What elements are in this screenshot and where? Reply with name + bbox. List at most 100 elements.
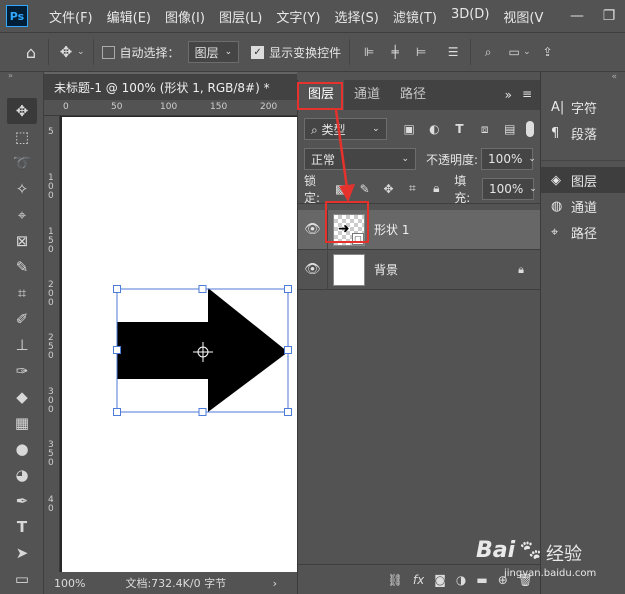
search-icon[interactable]: ⌕ [479, 43, 497, 61]
chevron-right-icon[interactable]: › [273, 577, 277, 590]
dock-label: 通道 [571, 200, 598, 216]
show-transform-checkbox[interactable]: ✓ [251, 45, 265, 59]
menu-layer[interactable]: 图层(L) [212, 7, 269, 26]
panel-menu-icon[interactable]: ≡ [522, 87, 532, 101]
visibility-eye-icon[interactable]: 👁︎ [298, 209, 328, 250]
lock-artboard-icon[interactable]: ⌗ [404, 180, 420, 198]
lasso-tool-icon[interactable]: ➰ [7, 150, 37, 176]
tab-channels[interactable]: 通道 [344, 80, 390, 110]
move-tool-icon[interactable]: ✥ [57, 43, 75, 61]
canvas-content[interactable] [62, 117, 297, 572]
home-icon[interactable]: ⌂ [22, 43, 40, 62]
menu-bar: Ps 文件(F) 编辑(E) 图像(I) 图层(L) 文字(Y) 选择(S) 滤… [0, 0, 625, 32]
menu-file[interactable]: 文件(F) [42, 7, 100, 26]
align-center-icon[interactable]: ╪ [386, 43, 404, 61]
dock-layers[interactable]: ◈ 图层 [541, 167, 625, 193]
canvas-area[interactable]: 0 50 100 150 200 5 1 0 0 1 5 0 2 0 0 2 5… [44, 100, 297, 572]
chevron-down-icon[interactable]: ⌄ [77, 47, 85, 57]
crop-tool-icon[interactable]: ⌖ [7, 202, 37, 228]
magic-wand-tool-icon[interactable]: ✧ [7, 176, 37, 202]
dock-paths[interactable]: ⌖ 路径 [541, 219, 625, 245]
dock-paragraph[interactable]: ¶ 段落 [541, 120, 625, 146]
add-mask-icon[interactable]: ◙ [434, 573, 446, 587]
menu-filter[interactable]: 滤镜(T) [386, 7, 444, 26]
menu-type[interactable]: 文字(Y) [269, 7, 327, 26]
layer-row-background[interactable]: 👁︎ 背景 🔒︎ [298, 249, 540, 290]
brush-tool-icon[interactable]: ✐ [7, 306, 37, 332]
delete-icon[interactable]: 🗑︎ [518, 573, 533, 587]
dodge-tool-icon[interactable]: ◕ [7, 462, 37, 488]
ruler-left[interactable]: 5 1 0 0 1 5 0 2 0 0 2 5 0 3 0 0 3 5 0 4 … [44, 116, 60, 572]
type-filter-icon[interactable]: T [451, 120, 468, 138]
smart-object-filter-icon[interactable]: ▤ [501, 120, 518, 138]
auto-select-target-dropdown[interactable]: 图层 ⌄ [187, 41, 240, 63]
ruler-label: 1 0 0 [48, 173, 54, 201]
new-group-icon[interactable]: ▬ [476, 573, 487, 587]
pixel-filter-icon[interactable]: ▣ [401, 120, 418, 138]
history-brush-tool-icon[interactable]: ✑ [7, 358, 37, 384]
collapse-icon[interactable]: » [0, 72, 43, 80]
minimize-icon[interactable]: — [562, 0, 592, 32]
link-layers-icon[interactable]: ⛓ [388, 573, 403, 587]
filter-toggle[interactable] [526, 121, 535, 137]
document-tab[interactable]: 未标题-1 @ 100% (形状 1, RGB/8#) * [44, 72, 297, 100]
show-transform-option[interactable]: ✓ 显示变换控件 [251, 44, 341, 61]
workspace-icon[interactable]: ▭ [505, 43, 523, 61]
menu-3d[interactable]: 3D(D) [444, 7, 496, 26]
lock-all-icon[interactable]: 🔒︎ [428, 180, 444, 198]
align-right-icon[interactable]: ⊨ [412, 43, 430, 61]
lock-position-icon[interactable]: ✥ [381, 180, 397, 198]
adjustment-layer-icon[interactable]: ◑ [456, 573, 466, 587]
fill-field[interactable]: 100% ⌄ [481, 177, 537, 200]
dock-label: 段落 [571, 127, 598, 143]
menu-select[interactable]: 选择(S) [327, 7, 385, 26]
ruler-top[interactable]: 0 50 100 150 200 [44, 100, 297, 116]
artboard[interactable] [62, 117, 297, 572]
blend-mode-dropdown[interactable]: 正常 ⌄ [304, 148, 416, 170]
expand-icon[interactable]: » [505, 88, 512, 102]
stamp-tool-icon[interactable]: ⊥ [7, 332, 37, 358]
auto-select-checkbox[interactable] [101, 45, 115, 59]
restore-icon[interactable]: ❐ [594, 0, 624, 32]
ruler-label: 200 [260, 102, 278, 112]
collapse-icon[interactable]: « [541, 72, 625, 88]
type-tool-icon[interactable]: T [7, 514, 37, 540]
divider [470, 39, 472, 65]
opacity-field[interactable]: 100% ⌄ [481, 148, 536, 170]
layer-name[interactable]: 形状 1 [374, 221, 409, 238]
fx-icon[interactable]: fx [413, 573, 424, 587]
chevron-down-icon[interactable]: ⌄ [523, 47, 531, 57]
blur-tool-icon[interactable]: ● [7, 436, 37, 462]
adjustment-filter-icon[interactable]: ◐ [426, 120, 443, 138]
distribute-icon[interactable]: ☰ [444, 43, 462, 61]
auto-select-option[interactable]: 自动选择： [101, 44, 180, 61]
layer-thumbnail[interactable] [333, 253, 365, 286]
shape-filter-icon[interactable]: ⧈ [476, 120, 493, 138]
frame-tool-icon[interactable]: ⊠ [7, 228, 37, 254]
dock-label: 字符 [571, 101, 598, 117]
new-layer-icon[interactable]: ⊕ [498, 573, 508, 587]
pen-tool-icon[interactable]: ✒ [7, 488, 37, 514]
dock-channels[interactable]: ◍ 通道 [541, 193, 625, 219]
path-select-tool-icon[interactable]: ➤ [7, 540, 37, 566]
status-bar: 100% 文档:732.4K/0 字节 › [44, 572, 297, 594]
tab-paths[interactable]: 路径 [390, 80, 436, 110]
menu-image[interactable]: 图像(I) [158, 7, 212, 26]
menu-edit[interactable]: 编辑(E) [100, 7, 158, 26]
ruler-label: 150 [210, 102, 228, 112]
gradient-tool-icon[interactable]: ▦ [7, 410, 37, 436]
move-tool-icon[interactable]: ✥ [7, 98, 37, 124]
marquee-tool-icon[interactable]: ⬚ [7, 124, 37, 150]
eraser-tool-icon[interactable]: ◆ [7, 384, 37, 410]
shape-tool-icon[interactable]: ▭ [7, 566, 37, 592]
zoom-level[interactable]: 100% [54, 577, 85, 590]
healing-tool-icon[interactable]: ⌗ [7, 280, 37, 306]
share-icon[interactable]: ⇪ [539, 43, 557, 61]
chevron-down-icon: ⌄ [528, 154, 536, 164]
layer-name[interactable]: 背景 [374, 261, 398, 278]
menu-view[interactable]: 视图(V [496, 7, 550, 26]
align-left-icon[interactable]: ⊫ [360, 43, 378, 61]
dock-character[interactable]: A| 字符 [541, 94, 625, 120]
visibility-eye-icon[interactable]: 👁︎ [298, 249, 328, 290]
eyedropper-tool-icon[interactable]: ✎ [7, 254, 37, 280]
